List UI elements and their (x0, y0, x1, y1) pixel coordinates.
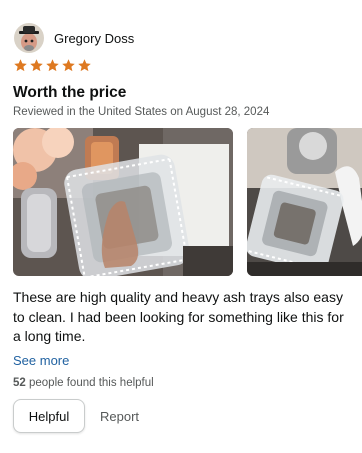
star-icon (13, 58, 28, 73)
helpful-button[interactable]: Helpful (13, 399, 85, 433)
review-photo-2[interactable] (247, 128, 362, 276)
star-icon (45, 58, 60, 73)
glass-ash-tray-photo-icon (247, 128, 362, 276)
helpful-count-text: 52 people found this helpful (13, 377, 154, 389)
see-more-link[interactable]: See more (13, 353, 69, 368)
star-icon (61, 58, 76, 73)
review-date: Reviewed in the United States on August … (13, 106, 270, 118)
review-photo-1[interactable] (13, 128, 233, 276)
review-text: These are high quality and heavy ash tra… (13, 289, 344, 344)
star-icon (29, 58, 44, 73)
star-icon (77, 58, 92, 73)
helpful-count-suffix: people found this helpful (29, 377, 154, 389)
report-link[interactable]: Report (100, 409, 139, 424)
profile-avatar-icon (14, 23, 44, 53)
star-rating (13, 58, 92, 73)
author-name[interactable]: Gregory Doss (54, 31, 134, 46)
helpful-count-number: 52 (13, 377, 26, 389)
avatar[interactable] (14, 23, 44, 53)
review-title: Worth the price (13, 84, 127, 101)
glass-ash-tray-photo-icon (13, 128, 233, 276)
review-card: Gregory Doss Worth the price Reviewed in… (0, 0, 362, 453)
author-row: Gregory Doss (14, 22, 134, 54)
